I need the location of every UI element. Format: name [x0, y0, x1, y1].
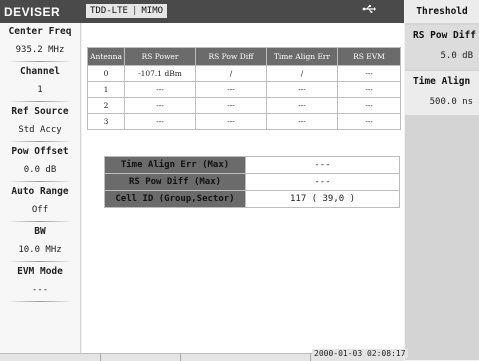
param-value: 10.0 MHz — [18, 245, 62, 255]
table-cell: --- — [124, 97, 196, 114]
param-evm-mode[interactable]: EVM Mode --- — [0, 263, 80, 303]
antenna-table: Antenna RS Power RS Pow Diff Time Align … — [87, 47, 401, 130]
summary-table: Time Align Err (Max) --- RS Pow Diff (Ma… — [104, 156, 400, 208]
param-pow-offset[interactable]: Pow Offset 0.0 dB — [0, 143, 80, 183]
param-center-freq[interactable]: Center Freq 935.2 MHz — [0, 23, 80, 63]
top-bar: DEVISER TDD-LTE | MIMO — [0, 0, 404, 23]
param-divider — [6, 61, 74, 62]
param-divider — [6, 141, 74, 142]
summary-label: Time Align Err (Max) — [104, 156, 246, 174]
col-header: RS Power — [124, 47, 196, 66]
table-cell: 3 — [87, 113, 125, 130]
col-header: RS Pow Diff — [195, 47, 267, 66]
softkey-value: 5.0 dB — [440, 51, 473, 61]
status-datetime: 2000-01-03 02:08:17 — [312, 349, 408, 358]
table-cell: --- — [266, 81, 338, 98]
col-header: Antenna — [87, 47, 125, 66]
param-label: Pow Offset — [11, 146, 69, 157]
table-cell: 1 — [87, 81, 125, 98]
softkey-time-align[interactable]: Time Align 500.0 ns — [405, 71, 479, 115]
table-cell: --- — [337, 113, 401, 130]
param-label: Ref Source — [11, 106, 69, 117]
param-label: Center Freq — [8, 26, 72, 37]
table-row: 3 --- --- --- --- — [87, 113, 401, 130]
softkey-rs-pow-diff[interactable]: RS Pow Diff 5.0 dB — [405, 25, 479, 69]
softkey-label: RS Pow Diff — [413, 30, 476, 41]
param-value: Off — [31, 205, 49, 215]
param-value: 1 — [37, 85, 43, 95]
table-row: 2 --- --- --- --- — [87, 97, 401, 114]
mode-separator: | — [131, 6, 138, 16]
table-cell: --- — [195, 81, 267, 98]
table-cell: 2 — [87, 97, 125, 114]
summary-row: Time Align Err (Max) --- — [104, 156, 400, 174]
table-cell: --- — [195, 113, 267, 130]
summary-row: RS Pow Diff (Max) --- — [104, 173, 400, 191]
table-cell: --- — [266, 97, 338, 114]
param-label: EVM Mode — [17, 266, 63, 277]
param-value: --- — [31, 285, 49, 295]
col-header: Time Align Err — [266, 47, 338, 66]
param-label: BW — [34, 226, 46, 237]
parameter-panel: Center Freq 935.2 MHz Channel 1 Ref Sour… — [0, 23, 81, 353]
col-header: RS EVM — [337, 47, 401, 66]
table-cell: --- — [337, 97, 401, 114]
param-divider — [6, 101, 74, 102]
table-cell: 0 — [87, 65, 125, 82]
softkey-menu-title: Threshold — [405, 0, 479, 23]
table-row: 1 --- --- --- --- — [87, 81, 401, 98]
param-auto-range[interactable]: Auto Range Off — [0, 183, 80, 223]
softkey-value: 500.0 ns — [429, 97, 473, 107]
brand-logo: DEVISER — [4, 5, 61, 19]
submode-label: MIMO — [141, 6, 164, 16]
param-divider — [6, 181, 74, 182]
param-value: Std Accy — [18, 125, 62, 135]
usb-icon — [362, 4, 376, 17]
param-value: 935.2 MHz — [15, 45, 65, 55]
table-row: 0 -107.1 dBm / / --- — [87, 65, 401, 82]
softkey-panel: Threshold RS Pow Diff 5.0 dB Time Align … — [405, 0, 479, 360]
param-label: Channel — [19, 66, 61, 77]
softkey-label: Time Align — [413, 76, 471, 87]
param-label: Auto Range — [11, 186, 69, 197]
table-cell: --- — [337, 81, 401, 98]
param-divider — [6, 221, 74, 222]
table-header-row: Antenna RS Power RS Pow Diff Time Align … — [87, 47, 401, 66]
table-cell: --- — [124, 113, 196, 130]
table-cell: --- — [266, 113, 338, 130]
summary-value: --- — [245, 156, 400, 174]
param-divider — [6, 301, 74, 302]
summary-value: --- — [245, 173, 400, 191]
mode-indicator[interactable]: TDD-LTE | MIMO — [86, 4, 168, 18]
param-channel[interactable]: Channel 1 — [0, 63, 80, 103]
measurement-area: Antenna RS Power RS Pow Diff Time Align … — [82, 23, 404, 353]
summary-value: 117 ( 39,0 ) — [245, 190, 400, 208]
summary-row: Cell ID (Group,Sector) 117 ( 39,0 ) — [104, 190, 400, 208]
standard-label: TDD-LTE — [90, 6, 128, 16]
table-cell: --- — [124, 81, 196, 98]
table-cell: / — [266, 65, 338, 82]
summary-label: RS Pow Diff (Max) — [104, 173, 246, 191]
summary-label: Cell ID (Group,Sector) — [104, 190, 246, 208]
param-bw[interactable]: BW 10.0 MHz — [0, 223, 80, 263]
table-cell: / — [195, 65, 267, 82]
table-cell: --- — [195, 97, 267, 114]
param-ref-source[interactable]: Ref Source Std Accy — [0, 103, 80, 143]
param-divider — [6, 261, 74, 262]
param-value: 0.0 dB — [23, 165, 57, 175]
table-cell: -107.1 dBm — [124, 65, 196, 82]
table-cell: --- — [337, 65, 401, 82]
